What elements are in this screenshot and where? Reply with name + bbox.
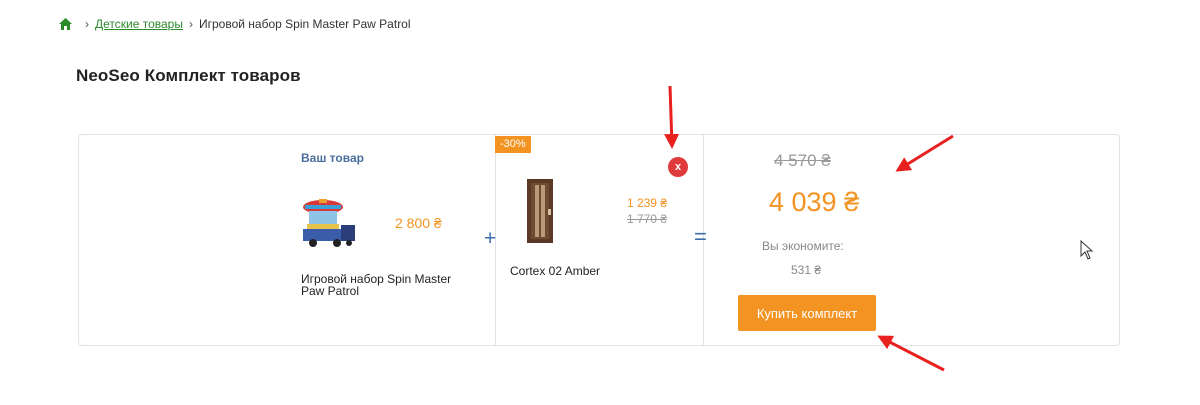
- breadcrumb-separator: ›: [85, 17, 89, 31]
- savings-value: 531 ₴: [791, 263, 822, 277]
- product2-price: 1 239 ₴: [626, 196, 667, 210]
- plus-icon: +: [484, 227, 497, 250]
- breadcrumb-current: Игровой набор Spin Master Paw Patrol: [198, 17, 411, 31]
- breadcrumb-link-kids-goods[interactable]: Детские товары: [95, 17, 183, 31]
- remove-product-button[interactable]: x: [668, 157, 688, 177]
- paw-patrol-toy-image[interactable]: [299, 197, 357, 249]
- product2-name[interactable]: Cortex 02 Amber: [510, 264, 600, 278]
- home-icon[interactable]: [59, 18, 72, 30]
- total-new-price: 4 039 ₴: [769, 187, 860, 217]
- discount-badge: -30%: [495, 136, 531, 153]
- mouse-cursor-icon: [1080, 240, 1094, 260]
- breadcrumb-separator: ›: [188, 17, 193, 31]
- breadcrumb: › Детские товары › Игровой набор Spin Ma…: [59, 14, 411, 34]
- door-image[interactable]: [527, 179, 553, 243]
- bundle-card: Ваш товар 2 800 ₴ Игровой набор Spin Mas…: [78, 134, 1120, 346]
- savings-label: Вы экономите:: [762, 239, 844, 253]
- page-title: NeoSeo Комплект товаров: [76, 66, 301, 85]
- product1-name[interactable]: Игровой набор Spin Master Paw Patrol: [301, 273, 461, 297]
- product1-price: 2 800 ₴: [395, 215, 442, 231]
- buy-bundle-button[interactable]: Купить комплект: [738, 295, 876, 331]
- your-product-label: Ваш товар: [301, 151, 364, 165]
- equals-icon: =: [694, 224, 707, 249]
- product2-old-price: 1 770 ₴: [626, 212, 667, 226]
- total-old-price: 4 570 ₴: [774, 151, 831, 170]
